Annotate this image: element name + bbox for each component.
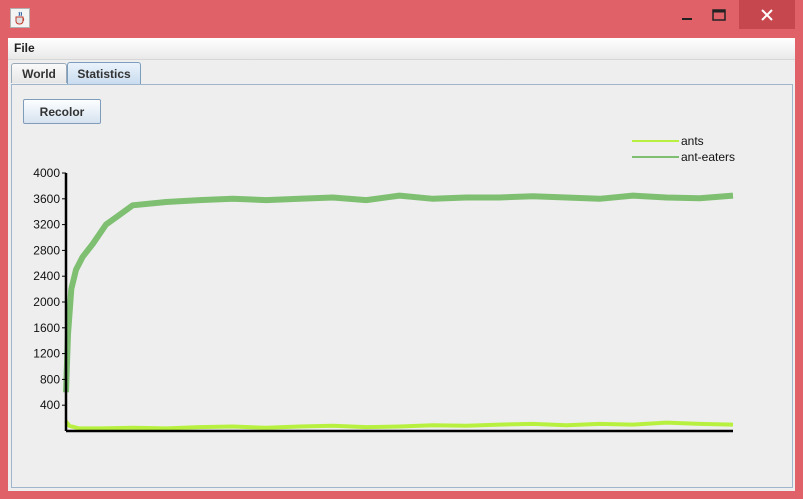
menu-bar: File	[8, 38, 795, 60]
y-tick-label: 4000	[33, 166, 60, 180]
close-button[interactable]	[739, 0, 795, 29]
y-tick-label: 3200	[33, 218, 60, 232]
title-bar[interactable]	[0, 0, 803, 38]
y-tick-label: 800	[40, 372, 60, 386]
minimize-icon	[682, 17, 692, 20]
y-tick-label: 400	[40, 398, 60, 412]
java-cup-icon[interactable]	[10, 8, 30, 28]
legend-label-ants: ants	[681, 134, 704, 148]
client-area: File World Statistics Recolor 400 800 1200…	[8, 38, 795, 491]
minimize-button[interactable]	[670, 0, 704, 29]
tab-strip: World Statistics	[8, 62, 795, 84]
statistics-panel: Recolor 400 800 1200 1600 2000 2400 2800 3200 36…	[11, 84, 793, 488]
series-line-ants	[64, 420, 734, 431]
tab-world[interactable]: World	[11, 63, 67, 83]
y-tick-label: 2800	[33, 243, 60, 257]
tab-statistics[interactable]: Statistics	[67, 62, 141, 84]
legend-label-ant-eaters: ant-eaters	[681, 150, 735, 164]
menu-file[interactable]: File	[14, 41, 35, 55]
y-tick-label: 1600	[33, 321, 60, 335]
application-window: File World Statistics Recolor 400 800 1200…	[0, 0, 803, 499]
series-line-ant-eaters	[63, 192, 734, 393]
y-tick-label: 1200	[33, 347, 60, 361]
close-icon	[761, 8, 773, 21]
maximize-button[interactable]	[702, 0, 736, 29]
population-chart: 400 800 1200 1600 2000 2400 2800 3200 3600 4000 an…	[33, 134, 735, 433]
y-tick-label: 3600	[33, 192, 60, 206]
y-tick-label: 2400	[33, 269, 60, 283]
maximize-icon	[712, 8, 726, 21]
y-tick-label: 2000	[33, 295, 60, 309]
